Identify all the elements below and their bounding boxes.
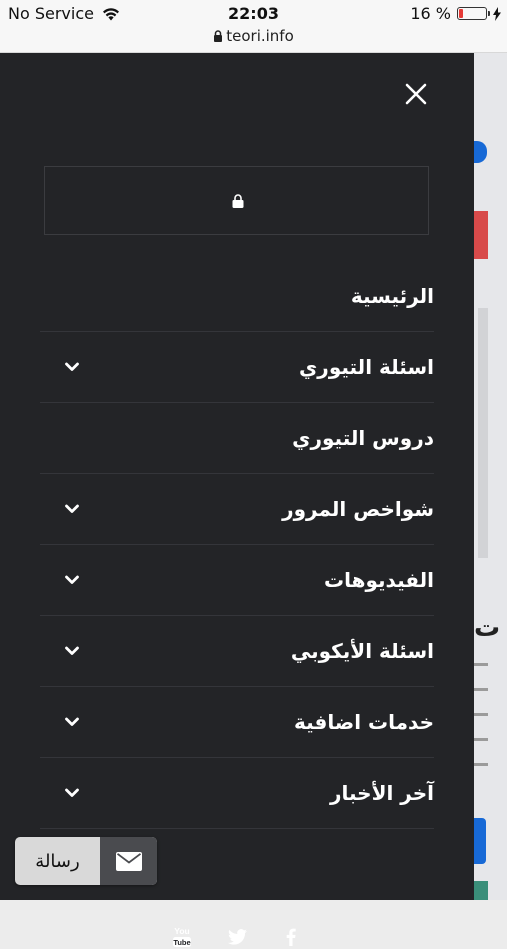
menu-item[interactable]: خدمات اضافية xyxy=(40,687,434,758)
ios-status-bar: No Service 22:03 16 % teori.info xyxy=(0,0,507,53)
background-blue-block xyxy=(474,818,486,864)
message-icon-container xyxy=(100,837,157,885)
menu-item[interactable]: الرئيسية xyxy=(40,261,434,332)
search-field[interactable] xyxy=(44,166,429,235)
menu-item[interactable]: آخر الأخبار xyxy=(40,758,434,829)
message-button-label: رسالة xyxy=(35,850,80,872)
search-input[interactable] xyxy=(45,167,428,234)
background-red-banner xyxy=(474,211,488,259)
message-button[interactable]: رسالة xyxy=(15,837,157,885)
svg-text:Tube: Tube xyxy=(173,938,190,947)
menu-item[interactable]: اسئلة الأيكوبي xyxy=(40,616,434,687)
drawer-menu: الرئيسية اسئلة التيوري دروس التيوري شواخص ا… xyxy=(40,261,434,829)
battery-level-fill xyxy=(459,9,463,18)
close-icon[interactable] xyxy=(399,77,433,111)
background-heading-fragment: ت xyxy=(474,613,501,643)
menu-item[interactable]: دروس التيوري xyxy=(40,403,434,474)
background-text-lines xyxy=(474,663,507,788)
menu-item-label: اسئلة الأيكوبي xyxy=(290,639,434,663)
menu-item-label: دروس التيوري xyxy=(292,426,434,450)
background-page: ت xyxy=(474,53,507,900)
battery-percent: 16 % xyxy=(410,4,451,23)
background-green-block xyxy=(474,881,488,900)
chevron-down-icon[interactable] xyxy=(64,501,80,517)
chevron-down-icon[interactable] xyxy=(64,785,80,801)
url-text: teori.info xyxy=(226,27,294,45)
youtube-icon[interactable]: You Tube xyxy=(172,925,192,949)
charging-bolt-icon xyxy=(493,6,501,21)
menu-item-label: خدمات اضافية xyxy=(294,710,434,734)
lock-icon xyxy=(214,30,223,42)
envelope-icon xyxy=(115,851,142,871)
chevron-down-icon[interactable] xyxy=(64,714,80,730)
background-blue-button xyxy=(474,141,487,163)
address-bar[interactable]: teori.info xyxy=(0,27,507,45)
chevron-down-icon[interactable] xyxy=(64,572,80,588)
chevron-down-icon[interactable] xyxy=(64,643,80,659)
chevron-down-icon[interactable] xyxy=(64,359,80,375)
menu-item-label: آخر الأخبار xyxy=(329,781,434,805)
facebook-icon[interactable] xyxy=(282,925,300,949)
battery-icon xyxy=(457,7,490,20)
twitter-icon[interactable] xyxy=(226,925,248,949)
navigation-drawer: الرئيسية اسئلة التيوري دروس التيوري شواخص ا… xyxy=(0,53,474,947)
menu-item-label: الفيديوهات xyxy=(324,568,434,592)
menu-item[interactable]: شواخص المرور xyxy=(40,474,434,545)
background-grey-block xyxy=(478,308,488,558)
menu-item-label: اسئلة التيوري xyxy=(298,355,434,379)
svg-text:You: You xyxy=(174,926,189,936)
menu-item[interactable]: الفيديوهات xyxy=(40,545,434,616)
menu-item-label: الرئيسية xyxy=(350,284,434,308)
menu-item-label: شواخص المرور xyxy=(282,497,434,521)
menu-item[interactable]: اسئلة التيوري xyxy=(40,332,434,403)
status-right: 16 % xyxy=(410,4,501,23)
